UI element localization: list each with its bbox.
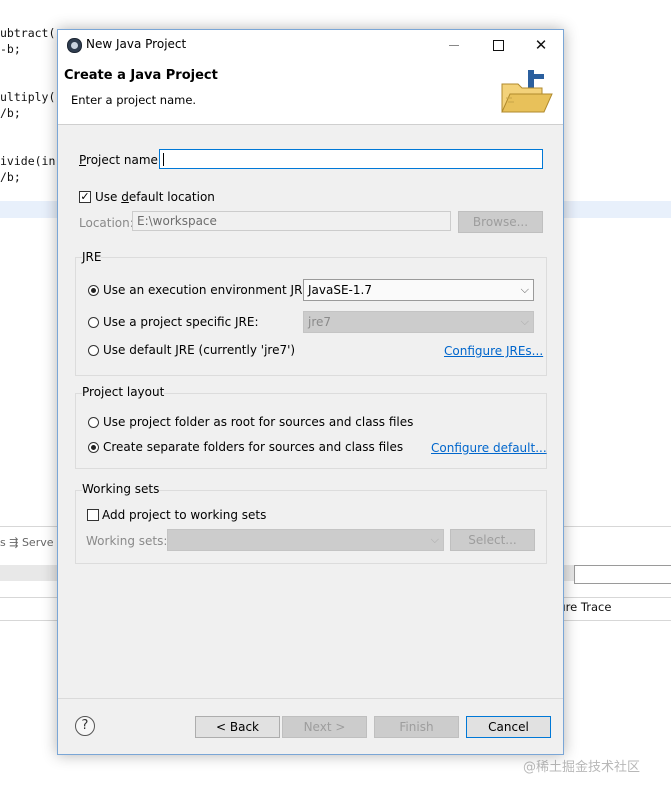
- cancel-button[interactable]: Cancel: [466, 716, 551, 738]
- use-default-location-checkbox[interactable]: ✓: [79, 191, 91, 203]
- layout-separate-radio[interactable]: [88, 442, 99, 453]
- help-icon[interactable]: ?: [75, 716, 95, 736]
- close-button[interactable]: ✕: [526, 32, 556, 58]
- specific-jre-value: jre7: [308, 315, 332, 329]
- jre-group-label: JRE: [82, 250, 102, 264]
- jre-specific-label[interactable]: Use a project specific JRE:: [103, 315, 259, 329]
- code-line: -b;: [0, 42, 21, 56]
- project-name-label: Project name:: [79, 153, 162, 167]
- layout-root-label[interactable]: Use project folder as root for sources a…: [103, 415, 413, 429]
- jre-env-radio[interactable]: [88, 285, 99, 296]
- use-default-location-label[interactable]: Use default location: [95, 190, 215, 204]
- code-line: ultiply(: [0, 90, 56, 104]
- execution-environment-value: JavaSE-1.7: [308, 283, 372, 297]
- select-working-sets-button[interactable]: Select...: [450, 529, 535, 551]
- finish-button[interactable]: Finish: [374, 716, 459, 738]
- layout-separate-label[interactable]: Create separate folders for sources and …: [103, 440, 403, 454]
- working-sets-group-label: Working sets: [82, 482, 160, 496]
- watermark: @稀土掘金技术社区: [523, 760, 641, 775]
- working-sets-label: Working sets:: [86, 534, 168, 548]
- project-layout-group: [75, 393, 547, 469]
- layout-root-radio[interactable]: [88, 417, 99, 428]
- execution-environment-select[interactable]: JavaSE-1.7 ⌵: [303, 279, 534, 301]
- configure-default-link[interactable]: Configure default...: [431, 441, 547, 455]
- location-label: Location:: [79, 216, 134, 230]
- java-project-folder-icon: [501, 70, 553, 113]
- chevron-down-icon: ⌵: [430, 533, 439, 546]
- wizard-banner: Create a Java Project Enter a project na…: [58, 60, 563, 125]
- code-line: ubtract(: [0, 26, 56, 40]
- add-to-working-sets-checkbox[interactable]: [87, 509, 99, 521]
- maximize-button[interactable]: [483, 32, 513, 58]
- project-name-input[interactable]: [159, 149, 543, 169]
- text-caret: [163, 153, 164, 166]
- eclipse-icon: [67, 38, 82, 53]
- working-sets-select[interactable]: ⌵: [167, 529, 444, 551]
- browse-button[interactable]: Browse...: [458, 211, 543, 233]
- jre-default-label[interactable]: Use default JRE (currently 'jre7'): [103, 343, 295, 357]
- title-bar[interactable]: New Java Project ✕: [58, 30, 563, 60]
- new-java-project-dialog: New Java Project ✕ Create a Java Project…: [57, 29, 564, 755]
- specific-jre-select[interactable]: jre7 ⌵: [303, 311, 534, 333]
- working-sets-group: [75, 490, 547, 564]
- code-line: ivide(in: [0, 154, 56, 168]
- banner-message: Enter a project name.: [71, 93, 197, 107]
- location-input[interactable]: E:\workspace: [132, 211, 451, 231]
- panel-input[interactable]: [574, 565, 671, 584]
- minimize-button[interactable]: [440, 32, 470, 58]
- next-button[interactable]: Next >: [282, 716, 367, 738]
- add-to-working-sets-label[interactable]: Add project to working sets: [102, 508, 266, 522]
- panel-tabs[interactable]: s ⇶ Serve: [0, 536, 54, 549]
- project-layout-group-label: Project layout: [82, 385, 165, 399]
- chevron-down-icon: ⌵: [520, 283, 529, 296]
- jre-env-label[interactable]: Use an execution environment JRE:: [103, 283, 314, 297]
- banner-title: Create a Java Project: [64, 68, 218, 83]
- jre-specific-radio[interactable]: [88, 317, 99, 328]
- code-line: /b;: [0, 106, 21, 120]
- chevron-down-icon: ⌵: [520, 315, 529, 328]
- dialog-title: New Java Project: [86, 37, 187, 51]
- footer-separator: [58, 698, 563, 699]
- jre-default-radio[interactable]: [88, 345, 99, 356]
- configure-jres-link[interactable]: Configure JREs...: [444, 344, 543, 358]
- back-button[interactable]: < Back: [195, 716, 280, 738]
- code-line: /b;: [0, 170, 21, 184]
